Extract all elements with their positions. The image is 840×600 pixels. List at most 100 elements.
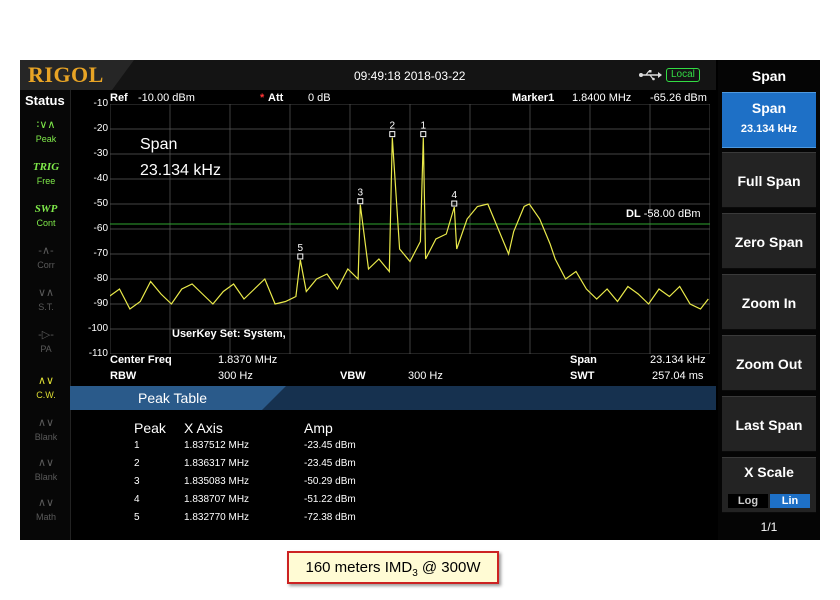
peak-number: 3 <box>134 476 140 487</box>
trace-area[interactable]: Ref -10.00 dBm * Att 0 dB Marker1 1.8400… <box>70 90 716 386</box>
status-corr: -∧- Corr <box>25 242 67 280</box>
peak-amp: -23.45 dBm <box>304 458 356 469</box>
trace-icon: ∧∨ <box>37 417 55 429</box>
caption-tail: @ 300W <box>417 559 481 576</box>
menu-title: Span <box>751 68 787 84</box>
status-label: S.T. <box>38 302 54 312</box>
peak-number: 5 <box>134 512 140 523</box>
y-tick-label: -90 <box>93 298 108 309</box>
x-scale-log-option[interactable]: Log <box>728 494 768 508</box>
peak-marker-box <box>389 131 396 138</box>
peak-amp: -72.38 dBm <box>304 512 356 523</box>
vbw-value[interactable]: 300 Hz <box>408 370 443 382</box>
st-icon: ∨∧ <box>37 287 55 299</box>
correction-icon: -∧- <box>38 245 54 257</box>
last-span-button[interactable]: Last Span <box>722 396 816 452</box>
display-line-label: DL -58.00 dBm <box>626 208 701 220</box>
status-label: Blank <box>34 432 58 442</box>
status-st: ∨∧ S.T. <box>25 284 67 322</box>
peak-col-header: Peak <box>134 420 166 436</box>
y-tick-label: -20 <box>93 123 108 134</box>
zoom-out-button[interactable]: Zoom Out <box>722 335 816 391</box>
peak-x: 1.835083 MHz <box>184 476 250 487</box>
status-label: Peak <box>35 134 57 144</box>
top-bar: RIGOL 09:49:18 2018-03-22 Local <box>20 60 716 90</box>
span-param-value[interactable]: 23.134 kHz <box>650 354 706 366</box>
marker-freq: 1.8400 MHz <box>572 92 632 104</box>
status-label: Corr <box>37 260 55 270</box>
peak-marker-box <box>451 200 458 207</box>
zero-span-button[interactable]: Zero Span <box>722 213 816 269</box>
spectrum-plot[interactable]: 1 2 3 4 5 <box>110 104 710 354</box>
grid <box>110 104 710 354</box>
span-button-value: 23.134 kHz <box>740 123 798 135</box>
swt-label: SWT <box>570 370 595 382</box>
y-tick-label: -70 <box>93 248 108 259</box>
dl-value: -58.00 dBm <box>643 208 701 220</box>
y-tick-label: -60 <box>93 223 108 234</box>
peak-amp: -23.45 dBm <box>304 440 356 451</box>
status-panel: Status ∶∨∧ Peak TRIG Free SWP Cont -∧- C… <box>20 90 71 540</box>
vbw-label: VBW <box>340 370 366 382</box>
peak-x: 1.832770 MHz <box>184 512 250 523</box>
peak-marker-label: 5 <box>298 243 304 254</box>
dl-tag: DL <box>626 208 641 220</box>
status-label: Math <box>35 512 56 522</box>
x-scale-label: X Scale <box>744 464 794 480</box>
peak-x: 1.838707 MHz <box>184 494 250 505</box>
peak-tab-wedge <box>262 386 286 410</box>
y-tick-label: -100 <box>87 323 108 334</box>
y-tick-label: -50 <box>93 198 108 209</box>
preamp-icon: -▷- <box>38 329 54 341</box>
analyzer-screen: RIGOL 09:49:18 2018-03-22 Local Status ∶… <box>20 60 820 540</box>
rbw-value[interactable]: 300 Hz <box>218 370 253 382</box>
status-blank-1: ∧∨ Blank <box>25 414 67 452</box>
peak-amp: -51.22 dBm <box>304 494 356 505</box>
peak-marker-label: 2 <box>390 121 396 132</box>
y-tick-label: -30 <box>93 148 108 159</box>
x-scale-button[interactable]: X Scale Log Lin <box>722 457 816 513</box>
usb-icon <box>639 70 662 81</box>
status-cw: ∧∨ C.W. <box>25 372 67 410</box>
marker-layer: 1 2 3 4 5 <box>297 121 458 260</box>
caption-box: 160 meters IMD3 @ 300W <box>287 551 499 584</box>
y-tick-label: -110 <box>88 348 108 359</box>
peak-marker-label: 4 <box>451 190 457 201</box>
ref-value: -10.00 dBm <box>138 92 195 104</box>
datetime: 09:49:18 2018-03-22 <box>354 69 466 83</box>
peak-icon: ∶∨∧ <box>36 119 56 131</box>
status-swp: SWP Cont <box>25 200 67 238</box>
status-label: PA <box>40 344 52 354</box>
center-freq-value[interactable]: 1.8370 MHz <box>218 354 277 366</box>
math-icon: ∧∨ <box>37 497 55 509</box>
trig-icon: TRIG <box>32 161 60 173</box>
center-freq-label: Center Freq <box>110 354 172 366</box>
status-math: ∧∨ Math <box>25 494 67 532</box>
span-overlay-label: Span <box>140 136 178 153</box>
span-button[interactable]: Span 23.134 kHz <box>722 92 816 148</box>
peak-x: 1.837512 MHz <box>184 440 250 451</box>
logo-wedge <box>112 60 134 90</box>
peak-x: 1.836317 MHz <box>184 458 250 469</box>
status-label: Cont <box>36 218 56 228</box>
peak-marker-label: 1 <box>420 121 426 132</box>
span-param-label: Span <box>570 354 597 366</box>
status-blank-2: ∧∨ Blank <box>25 454 67 492</box>
att-label: Att <box>268 92 284 104</box>
status-label: C.W. <box>36 390 56 400</box>
peak-number: 2 <box>134 458 140 469</box>
peak-table-header-bar: Peak Table <box>70 386 716 410</box>
x-scale-lin-option[interactable]: Lin <box>770 494 810 508</box>
marker-amp: -65.26 dBm <box>650 92 707 104</box>
peak-number: 4 <box>134 494 140 505</box>
ref-label: Ref <box>110 92 128 104</box>
peak-amp: -50.29 dBm <box>304 476 356 487</box>
zoom-in-button[interactable]: Zoom In <box>722 274 816 330</box>
span-button-label: Span <box>751 100 787 116</box>
peak-number: 1 <box>134 440 140 451</box>
peak-marker-label: 3 <box>357 188 363 199</box>
peak-table-title: Peak Table <box>138 390 208 406</box>
full-span-button[interactable]: Full Span <box>722 152 816 208</box>
local-mode-badge: Local <box>666 68 700 82</box>
swt-value[interactable]: 257.04 ms <box>652 370 703 382</box>
